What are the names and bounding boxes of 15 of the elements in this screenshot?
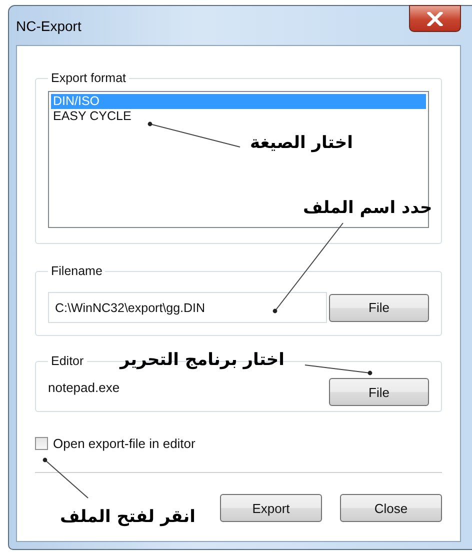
group-label: Filename	[50, 264, 104, 278]
annotation-text: اختار الصيغة	[250, 133, 353, 153]
window-title: NC-Export	[16, 18, 82, 34]
filename-field[interactable]: C:\WinNC32\export\gg.DIN	[48, 292, 327, 323]
editor-name: notepad.exe	[48, 380, 120, 395]
annotation-text: انقر لفتح الملف	[60, 507, 196, 527]
file-button[interactable]: File	[329, 378, 429, 406]
group-label: Export format	[50, 71, 128, 85]
export-button[interactable]: Export	[220, 494, 322, 522]
file-button[interactable]: File	[329, 294, 429, 322]
group-label: Editor	[50, 354, 85, 368]
checkbox-label[interactable]: Open export-file in editor	[53, 436, 196, 451]
close-dialog-button[interactable]: Close	[340, 494, 442, 522]
annotation-text: اختار برنامج التحرير	[120, 350, 284, 370]
format-list-item[interactable]: EASY CYCLE	[51, 109, 426, 124]
